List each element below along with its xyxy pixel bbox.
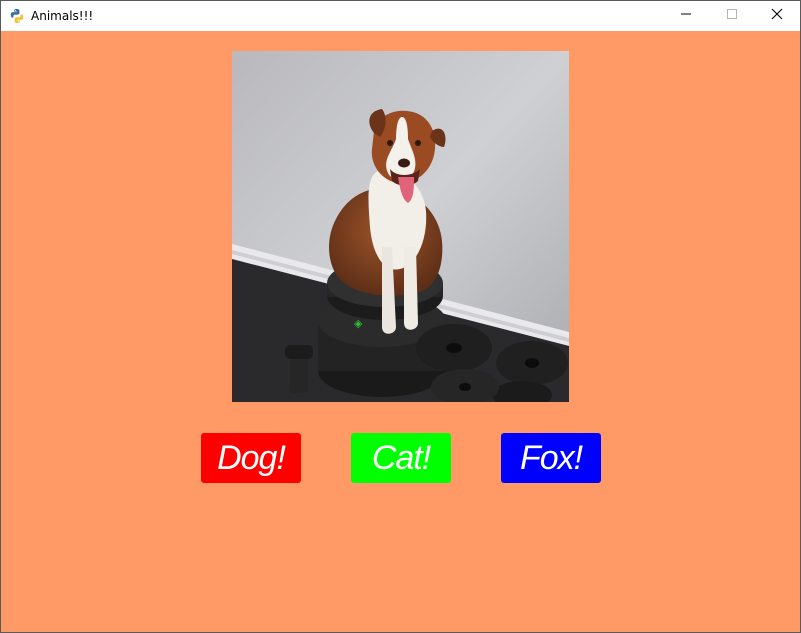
python-snake-icon — [9, 8, 25, 24]
close-icon — [771, 7, 783, 25]
dog-button[interactable]: Dog! — [201, 433, 301, 483]
canvas-area: ◈ Dog! Cat! Fox! — [1, 31, 800, 632]
maximize-button[interactable] — [709, 1, 755, 31]
app-window: Animals!!! ◈ Dog! Cat! Fox! — [0, 0, 801, 633]
window-title: Animals!!! — [31, 9, 94, 23]
fox-button[interactable]: Fox! — [501, 433, 601, 483]
dog-button-label: Dog! — [217, 439, 286, 477]
fox-button-label: Fox! — [519, 439, 583, 477]
minimize-button[interactable] — [663, 1, 709, 31]
maximize-icon — [726, 7, 738, 25]
cat-button[interactable]: Cat! — [351, 433, 451, 483]
title-bar[interactable]: Animals!!! — [1, 1, 800, 31]
cat-button-label: Cat! — [371, 439, 431, 477]
close-button[interactable] — [754, 1, 800, 31]
minimize-icon — [680, 7, 692, 25]
animal-photo: ◈ — [232, 51, 569, 402]
svg-text:◈: ◈ — [354, 317, 363, 330]
